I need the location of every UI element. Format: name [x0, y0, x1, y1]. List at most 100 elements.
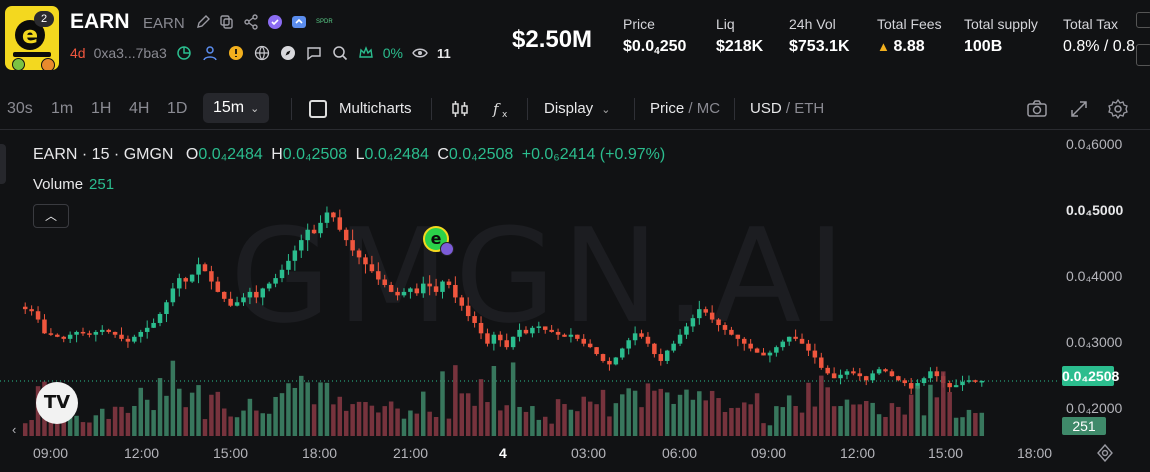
collapse-legend-button[interactable]: ︿ — [33, 204, 69, 228]
candle-body — [883, 369, 888, 372]
volume-bar — [395, 408, 400, 436]
multicharts-label[interactable]: Multicharts — [339, 100, 412, 117]
volume-bar — [144, 399, 150, 436]
candle-body — [421, 283, 426, 294]
timeframe-1d[interactable]: 1D — [167, 100, 187, 118]
settings-icon[interactable] — [1136, 44, 1150, 66]
candle-body — [363, 257, 368, 265]
currency-toggle[interactable]: USD / ETH — [750, 100, 824, 117]
candle-body — [254, 291, 259, 298]
website-icon[interactable] — [253, 44, 271, 62]
token-meta-row: 4d 0xa3...7ba3 0% 11 — [70, 44, 451, 62]
timeframe-30s[interactable]: 30s — [7, 100, 33, 118]
volume-bar — [613, 403, 619, 436]
volume-bar — [292, 387, 298, 436]
candle-body — [793, 336, 798, 339]
volume-bar — [517, 406, 522, 436]
y-tick-label: 0.0₄6000 — [1066, 136, 1123, 152]
user-icon[interactable] — [201, 44, 219, 62]
candle-body — [157, 314, 163, 323]
tradingview-logo[interactable]: TV — [36, 382, 78, 424]
candle-body — [55, 334, 60, 337]
token-logo[interactable]: e 2 — [5, 6, 59, 70]
timeframe-4h[interactable]: 4H — [129, 100, 149, 118]
volume-bar — [697, 391, 702, 436]
indicators-icon[interactable]: fx — [490, 98, 512, 120]
chat-icon[interactable] — [305, 44, 323, 62]
volume-bar — [305, 382, 310, 436]
volume-bar — [780, 407, 786, 436]
volume-bar — [889, 403, 895, 436]
price-label: Price — [623, 16, 655, 32]
chart-settings-icon[interactable] — [1107, 98, 1129, 120]
volume-bar — [896, 406, 901, 436]
left-panel-handle[interactable] — [0, 144, 6, 184]
volume-value: 251 — [89, 176, 115, 193]
volume-bar — [575, 411, 580, 436]
axis-settings-icon[interactable] — [1096, 443, 1114, 463]
edit-icon[interactable] — [194, 13, 212, 31]
scroll-left-icon[interactable]: ‹ — [12, 422, 16, 437]
x-tick-label: 09:00 — [751, 445, 787, 461]
vol-label: 24h Vol — [789, 16, 836, 32]
candle-body — [465, 305, 471, 317]
camera-icon[interactable] — [1026, 98, 1048, 120]
candlestick-plot[interactable] — [0, 130, 1060, 442]
price-value: $0.04250 — [623, 38, 686, 57]
candle-body — [812, 350, 818, 358]
volume-bar — [459, 393, 465, 436]
share-icon[interactable] — [242, 13, 260, 31]
candle-body — [35, 311, 41, 320]
volume-bar — [677, 394, 683, 436]
candle-body — [100, 329, 105, 332]
volume-bar — [555, 399, 561, 436]
volume-bar — [857, 404, 863, 436]
candle-body — [241, 297, 246, 303]
pie-chart-icon[interactable] — [175, 44, 193, 62]
search-icon[interactable] — [331, 44, 349, 62]
legend-l-label: L — [355, 146, 365, 163]
candle-body — [581, 338, 586, 344]
warning-icon[interactable] — [227, 44, 245, 62]
candle-body — [388, 285, 394, 292]
candle-body — [806, 343, 811, 351]
candle-body — [960, 381, 965, 386]
volume-bar — [793, 406, 798, 436]
volume-bar — [228, 416, 233, 436]
fullscreen-icon[interactable] — [1068, 98, 1090, 120]
spdr-icon — [290, 13, 308, 31]
volume-bar — [876, 414, 882, 436]
volume-bar — [433, 416, 439, 436]
contract-address[interactable]: 0xa3...7ba3 — [94, 45, 167, 61]
price-chart[interactable]: GMGN.AI EARN · 15 · GMGN O0.0₄2484 H0.0₄… — [0, 130, 1150, 472]
candle-body — [183, 278, 188, 282]
volume-bar — [568, 409, 574, 436]
gas-icon: ▲ — [877, 39, 894, 54]
timeframe-1h[interactable]: 1H — [91, 100, 111, 118]
toggle-divider: / — [781, 100, 795, 117]
volume-bar — [119, 406, 124, 436]
top10-percent: 0% — [382, 45, 403, 61]
crown-icon — [357, 44, 375, 62]
candle-body — [286, 260, 291, 270]
display-dropdown[interactable]: Display ⌄ — [544, 100, 610, 117]
candle-body — [324, 212, 330, 223]
multicharts-checkbox[interactable] — [309, 100, 327, 118]
volume-bar — [189, 392, 195, 436]
volume-bar — [716, 398, 721, 436]
price-mc-toggle[interactable]: Price / MC — [650, 100, 720, 117]
timeframe-1m[interactable]: 1m — [51, 100, 73, 118]
candle-type-icon[interactable] — [449, 98, 471, 120]
tax-value: 0.8% / 0.8 — [1063, 38, 1135, 55]
close-icon[interactable] — [1136, 12, 1150, 28]
legend-h-label: H — [271, 146, 283, 163]
volume-legend: Volume 251 — [33, 176, 114, 193]
copy-icon[interactable] — [218, 13, 236, 31]
candle-body — [870, 373, 875, 381]
compass-icon[interactable] — [279, 44, 297, 62]
candle-body — [729, 329, 734, 335]
candle-body — [973, 380, 978, 382]
volume-bar — [620, 394, 625, 436]
timeframe-dropdown[interactable]: 15m ⌄ — [203, 93, 270, 123]
volume-bar — [703, 400, 708, 436]
